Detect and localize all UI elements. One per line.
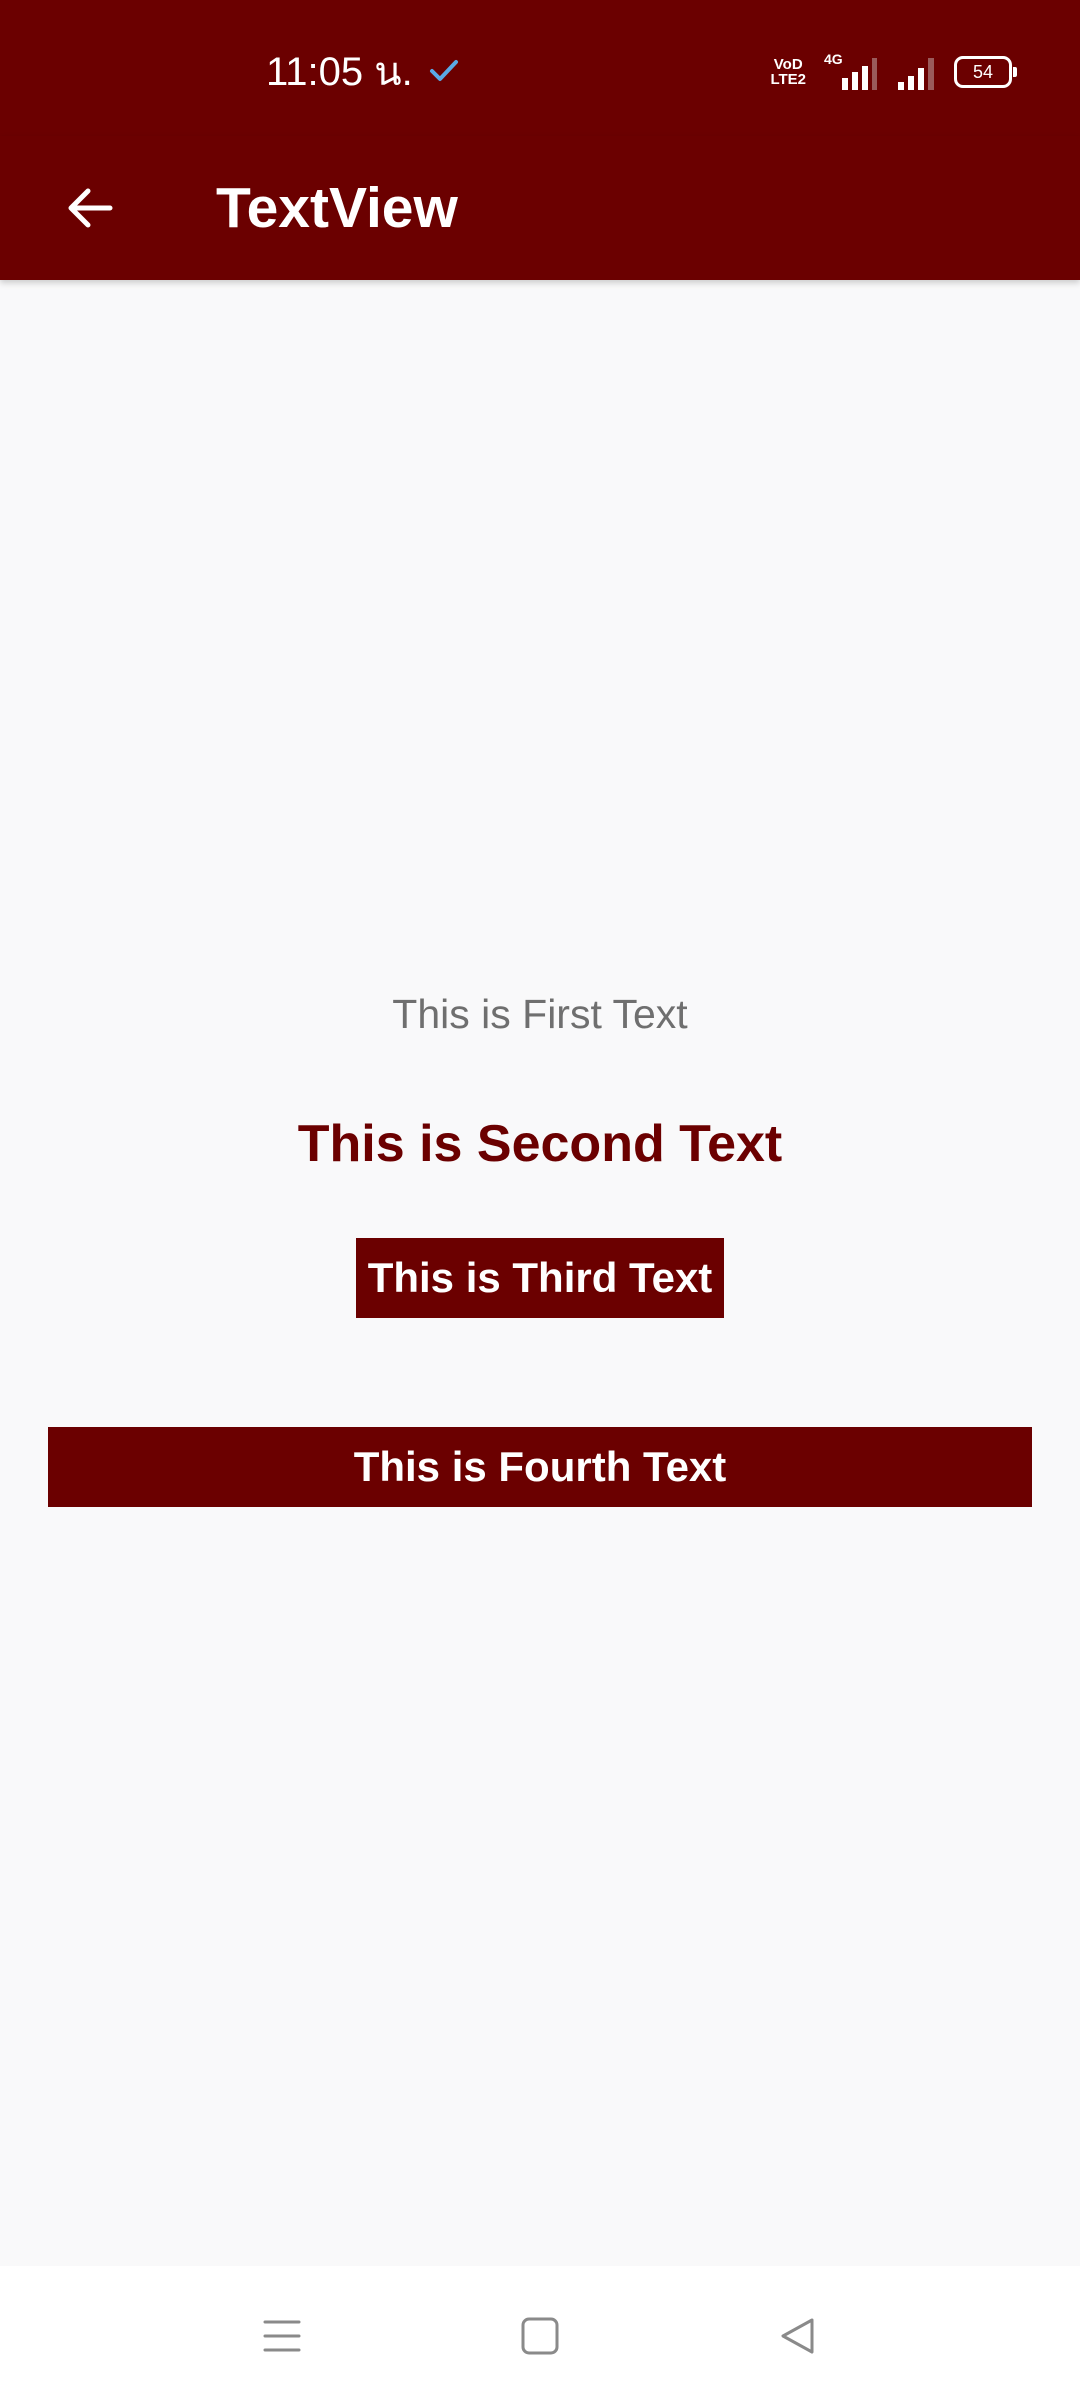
back-button[interactable] [48,166,132,250]
signal-4g-icon: 4G [824,52,878,92]
volte-label-top: VoD [773,56,803,73]
status-bar: 11:05 น. VoD LTE2 4G 54 [0,0,1080,136]
arrow-left-icon [68,188,113,228]
home-button[interactable] [500,2296,580,2376]
back-triangle-icon [781,2318,814,2354]
first-text: This is First Text [392,991,688,1037]
menu-icon [263,2320,301,2352]
app-bar: TextView [0,136,1080,280]
fourth-text: This is Fourth Text [48,1427,1032,1507]
screen: 11:05 น. VoD LTE2 4G 54 TextView This is… [0,0,1080,2400]
status-icons: VoD LTE2 4G 54 [770,52,1017,92]
page-title: TextView [216,176,458,240]
volte-label-bottom: LTE2 [770,71,806,88]
third-text: This is Third Text [355,1238,725,1318]
battery-icon: 54 [954,56,1017,88]
home-square-icon [521,2317,559,2355]
check-icon [430,60,458,81]
signal-icon [898,58,934,90]
recent-apps-button[interactable] [242,2296,322,2376]
system-back-button[interactable] [758,2296,838,2376]
third-text-container: This is Third Text [0,1238,1080,1318]
second-text: This is Second Text [297,1115,783,1173]
status-time: 11:05 น. [266,50,413,94]
navigation-bar [0,2266,1080,2400]
volte-icon: VoD LTE2 [770,57,806,87]
